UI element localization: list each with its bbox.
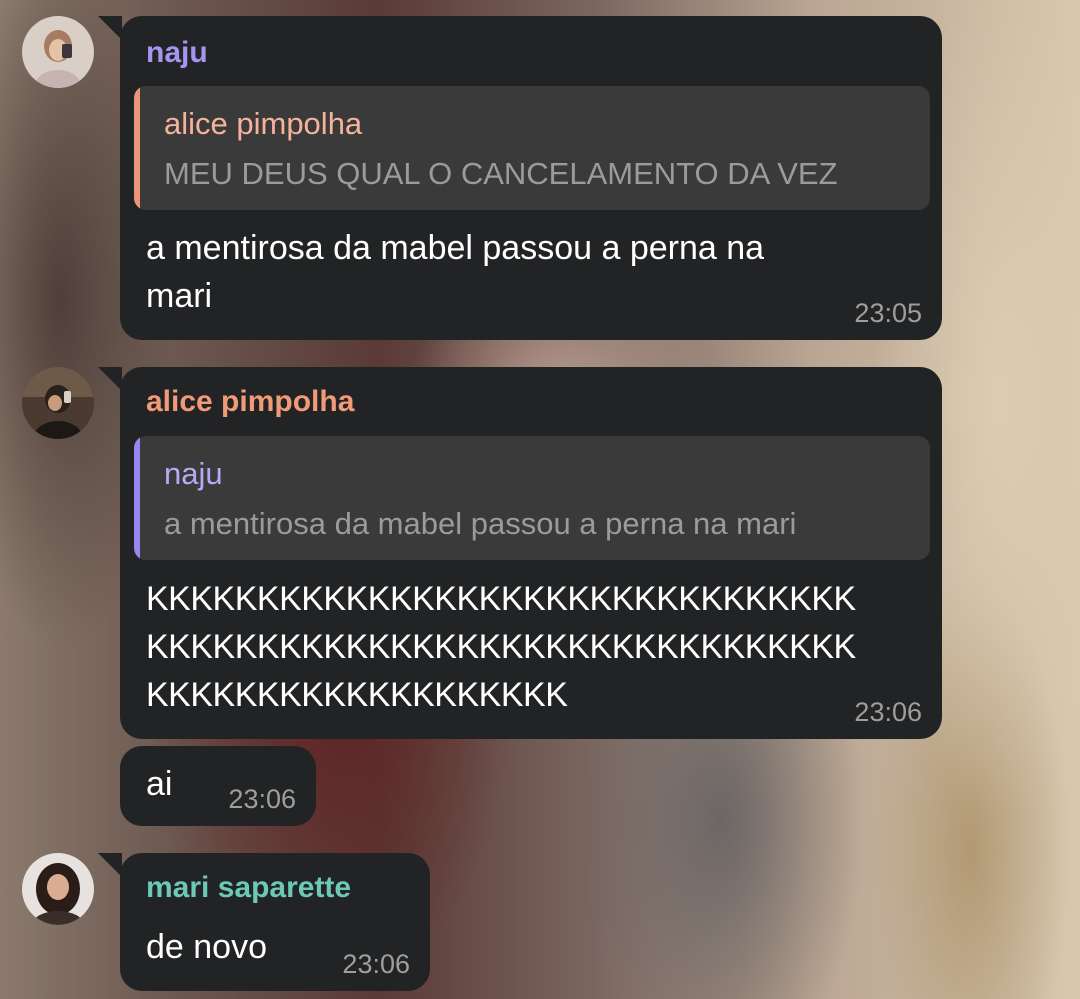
message-text: ai <box>146 765 173 803</box>
reply-preview[interactable]: alice pimpolha MEU DEUS QUAL O CANCELAME… <box>134 86 930 210</box>
message-text: a mentirosa da mabel passou a perna na m… <box>146 224 764 320</box>
message-text: de novo <box>146 928 267 966</box>
message-line: KKKKKKKKKKKKKKKKKKK <box>146 676 568 714</box>
message-bubble[interactable]: mari saparette de novo 23:06 <box>98 853 430 991</box>
message-time: 23:06 <box>854 697 922 727</box>
reply-preview[interactable]: naju a mentirosa da mabel passou a perna… <box>134 436 930 560</box>
message-bubble[interactable]: ai 23:06 <box>120 746 316 826</box>
message-line: a mentirosa da mabel passou a perna na <box>146 229 765 267</box>
sender-name[interactable]: alice pimpolha <box>146 385 354 419</box>
message-text: KKKKKKKKKKKKKKKKKKKKKKKKKKKKKKKK KKKKKKK… <box>146 575 856 719</box>
message-line: KKKKKKKKKKKKKKKKKKKKKKKKKKKKKKKK <box>146 628 856 666</box>
message-time: 23:05 <box>854 298 922 328</box>
reply-accent-bar <box>134 86 140 210</box>
reply-sender-name: naju <box>164 456 223 491</box>
sender-name[interactable]: mari saparette <box>146 871 351 905</box>
message-time: 23:06 <box>342 949 410 979</box>
message-line: mari <box>146 277 213 315</box>
message-bubble[interactable]: alice pimpolha naju a mentirosa da mabel… <box>98 367 942 739</box>
message-bubble[interactable]: naju alice pimpolha MEU DEUS QUAL O CANC… <box>98 16 942 340</box>
reply-sender-name: alice pimpolha <box>164 106 363 141</box>
reply-accent-bar <box>134 436 140 560</box>
avatar-mari-saparette[interactable] <box>22 853 94 925</box>
message-line: KKKKKKKKKKKKKKKKKKKKKKKKKKKKKKKK <box>146 580 856 618</box>
avatar-alice-pimpolha[interactable] <box>22 367 94 439</box>
message-time: 23:06 <box>228 784 296 814</box>
reply-text: MEU DEUS QUAL O CANCELAMENTO DA VEZ <box>164 156 838 191</box>
avatar-naju[interactable] <box>22 16 94 88</box>
reply-text: a mentirosa da mabel passou a perna na m… <box>164 506 797 541</box>
sender-name[interactable]: naju <box>146 36 208 70</box>
